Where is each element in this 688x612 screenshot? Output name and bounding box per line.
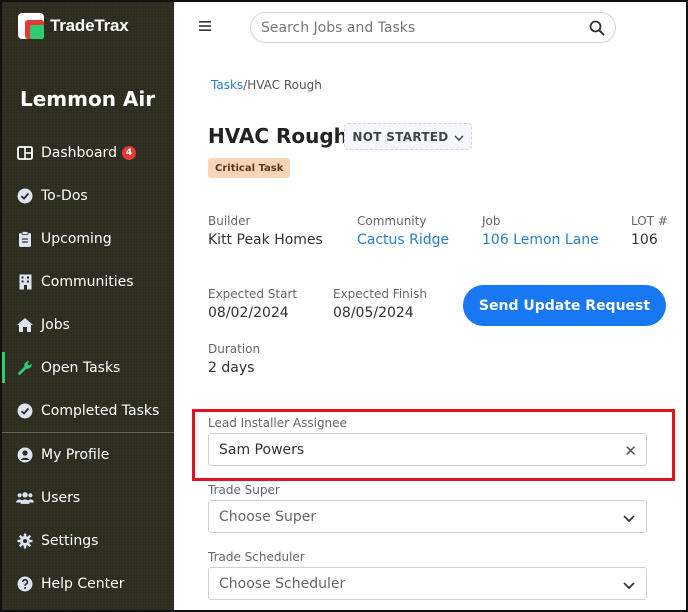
expected-finish-value: 08/05/2024 (333, 305, 414, 321)
home-icon (16, 316, 34, 334)
trade-super-label: Trade Super (208, 483, 280, 497)
sidebar-item-communities[interactable]: Communities (2, 260, 174, 303)
chevron-down-icon (454, 132, 464, 142)
sidebar-item-label: Help Center (41, 575, 125, 592)
sidebar-nav: Dashboard 4 To-Dos Upcoming Communities (2, 131, 174, 605)
help-icon (16, 575, 34, 593)
user-icon (16, 446, 34, 464)
sidebar-item-help-center[interactable]: Help Center (2, 562, 174, 605)
community-link[interactable]: Cactus Ridge (357, 232, 449, 248)
search-bar (250, 12, 616, 43)
gear-icon (16, 532, 34, 550)
chevron-down-icon (622, 578, 636, 592)
building-icon (16, 273, 34, 291)
check-circle-icon (16, 187, 34, 205)
brand-name: TradeTrax (50, 16, 129, 35)
sidebar-item-label: Upcoming (41, 230, 112, 247)
trade-super-placeholder: Choose Super (219, 508, 317, 525)
sidebar-item-label: Communities (41, 273, 134, 290)
sidebar-item-label: Settings (41, 532, 99, 549)
breadcrumb: Tasks/HVAC Rough (211, 78, 322, 92)
job-link[interactable]: 106 Lemon Lane (482, 232, 599, 248)
sidebar: TradeTrax Lemmon Air Dashboard 4 To-Dos (2, 2, 174, 610)
app-frame: TradeTrax Lemmon Air Dashboard 4 To-Dos (0, 0, 688, 612)
trade-scheduler-placeholder: Choose Scheduler (219, 575, 346, 592)
sidebar-item-completed-tasks[interactable]: Completed Tasks (2, 389, 174, 432)
sidebar-item-label: Completed Tasks (41, 402, 160, 419)
builder-label: Builder (208, 214, 251, 228)
status-dropdown[interactable]: NOT STARTED (344, 123, 472, 150)
clipboard-icon (16, 230, 34, 248)
wrench-icon (16, 359, 34, 377)
breadcrumb-tasks-link[interactable]: Tasks (211, 78, 243, 92)
sidebar-item-label: Open Tasks (41, 359, 121, 376)
hamburger-menu-icon[interactable] (198, 18, 212, 32)
users-icon (16, 489, 34, 507)
expected-start-label: Expected Start (208, 287, 298, 301)
sidebar-item-upcoming[interactable]: Upcoming (2, 217, 174, 260)
search-icon[interactable] (589, 20, 605, 36)
lead-installer-label: Lead Installer Assignee (208, 416, 347, 430)
builder-value: Kitt Peak Homes (208, 232, 323, 248)
duration-value: 2 days (208, 360, 255, 376)
sidebar-item-label: My Profile (41, 446, 110, 463)
sidebar-item-label: Dashboard (41, 144, 117, 161)
dashboard-count-badge: 4 (121, 145, 136, 160)
lead-installer-select[interactable]: Sam Powers ✕ (208, 433, 647, 466)
company-name: Lemmon Air (20, 87, 156, 111)
clear-icon[interactable]: ✕ (624, 442, 637, 460)
sidebar-item-open-tasks[interactable]: Open Tasks (2, 346, 174, 389)
community-label: Community (357, 214, 427, 228)
search-input[interactable] (261, 16, 571, 40)
sidebar-item-users[interactable]: Users (2, 476, 174, 519)
job-label: Job (482, 214, 501, 228)
sidebar-item-label: Users (41, 489, 81, 506)
trade-scheduler-select[interactable]: Choose Scheduler (208, 567, 647, 600)
sidebar-item-jobs[interactable]: Jobs (2, 303, 174, 346)
brand[interactable]: TradeTrax (18, 12, 129, 40)
check-circle-icon (16, 402, 34, 420)
page-title: HVAC Rough (208, 124, 348, 148)
sidebar-item-dashboard[interactable]: Dashboard 4 (2, 131, 174, 174)
trade-super-select[interactable]: Choose Super (208, 500, 647, 533)
tradetrax-logo-icon (18, 13, 44, 39)
critical-task-tag: Critical Task (208, 158, 291, 178)
sidebar-item-todos[interactable]: To-Dos (2, 174, 174, 217)
chevron-down-icon (622, 511, 636, 525)
sidebar-item-my-profile[interactable]: My Profile (2, 433, 174, 476)
trade-scheduler-label: Trade Scheduler (208, 550, 305, 564)
expected-finish-label: Expected Finish (333, 287, 427, 301)
dashboard-icon (16, 144, 34, 162)
lot-value: 106 (631, 232, 658, 248)
expected-start-value: 08/02/2024 (208, 305, 289, 321)
sidebar-item-label: Jobs (41, 316, 70, 333)
sidebar-item-label: To-Dos (41, 187, 88, 204)
status-label: NOT STARTED (352, 129, 449, 144)
lead-installer-value: Sam Powers (219, 441, 305, 458)
breadcrumb-current: HVAC Rough (247, 78, 322, 92)
lot-label: LOT # (631, 214, 668, 228)
send-update-request-button[interactable]: Send Update Request (463, 285, 666, 326)
duration-label: Duration (208, 342, 261, 356)
sidebar-item-settings[interactable]: Settings (2, 519, 174, 562)
